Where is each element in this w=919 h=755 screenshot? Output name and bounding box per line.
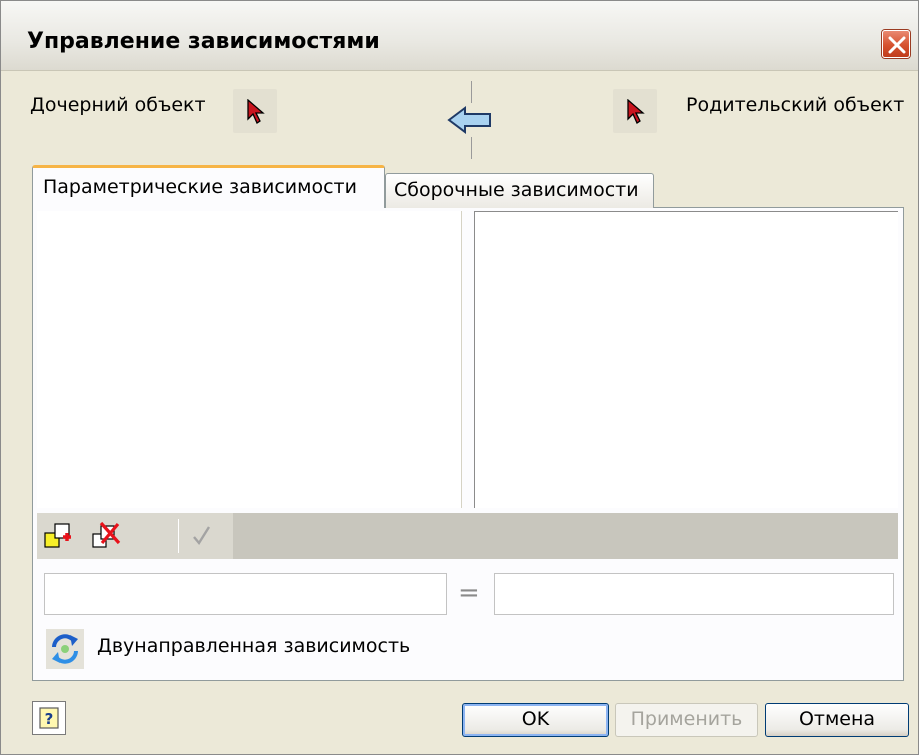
dialog-window: Управление зависимостями Дочерний объект… [0,0,919,755]
tab-label: Параметрические зависимости [43,176,357,198]
toolbar-separator [178,519,179,553]
ok-button[interactable]: OK [462,703,609,737]
tab-parametric-dependencies[interactable]: Параметрические зависимости [32,165,385,208]
add-dependency-button[interactable] [43,521,77,553]
cursor-pick-icon [247,99,265,124]
cancel-button[interactable]: Отмена [765,703,909,737]
pick-parent-button[interactable] [613,89,657,133]
apply-button[interactable]: Применить [615,703,758,737]
toolbar-filler [233,513,898,559]
help-button[interactable]: ? [32,701,66,735]
arrow-left-icon [447,106,491,134]
bidirectional-label: Двунаправленная зависимость [97,635,411,657]
help-icon: ? [39,707,59,729]
title-bar: Управление зависимостями [1,1,918,71]
equals-sign: = [458,578,480,608]
svg-text:?: ? [45,710,54,728]
tab-label: Сборочные зависимости [394,179,639,201]
parent-object-label: Родительский объект [686,94,905,116]
delete-dependency-icon [92,521,121,548]
add-dependency-icon [44,523,71,548]
separator-bottom [471,137,472,159]
cursor-pick-icon [627,99,645,124]
apply-check-button[interactable] [187,521,221,553]
right-expression-field[interactable] [494,573,894,615]
dependency-toolbar [37,513,898,559]
pick-child-button[interactable] [233,89,277,133]
close-icon [888,36,906,54]
tab-assembly-dependencies[interactable]: Сборочные зависимости [385,173,654,208]
checkmark-icon [193,526,211,546]
separator-top [471,81,472,103]
parent-parameters-list[interactable] [474,211,898,508]
child-parameters-list[interactable] [37,211,462,508]
delete-dependency-button[interactable] [91,521,125,553]
left-expression-field[interactable] [44,573,447,615]
bidirectional-toggle-button[interactable] [46,629,84,669]
close-button[interactable] [882,30,910,58]
bidirectional-refresh-icon [52,634,78,664]
dialog-title: Управление зависимостями [27,29,380,54]
child-object-label: Дочерний объект [30,94,206,116]
